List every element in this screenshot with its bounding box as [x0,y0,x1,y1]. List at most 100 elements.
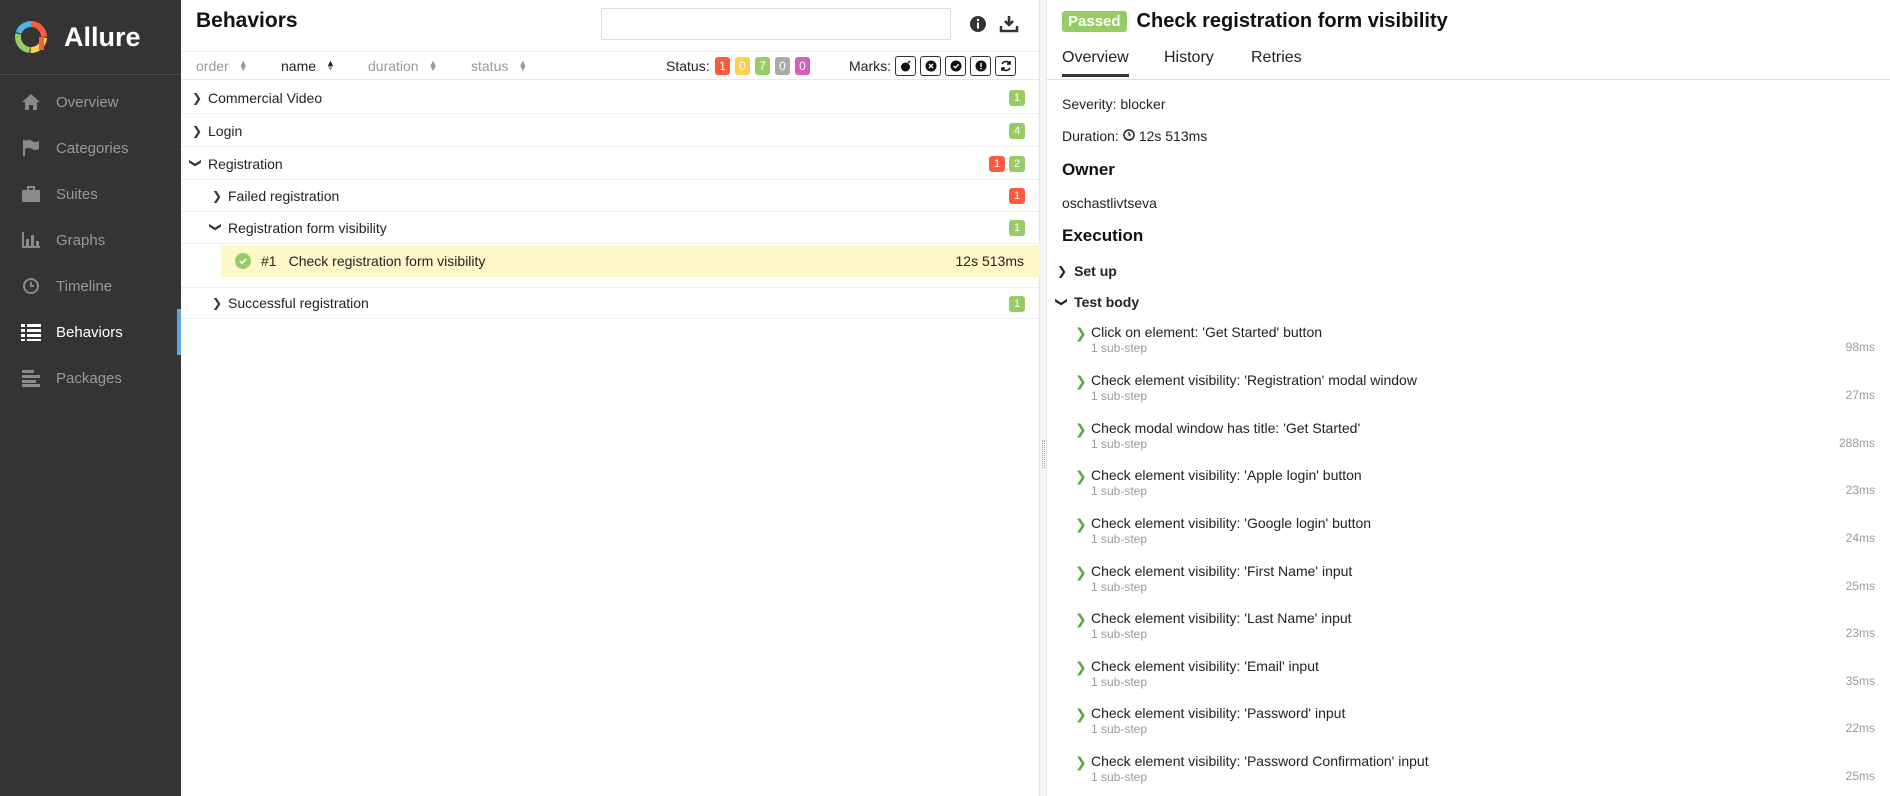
step-row[interactable]: ❯ Click on element: 'Get Started' button… [1075,324,1875,364]
check-circle-icon[interactable] [945,56,966,76]
chevron-down-icon: ❯ [189,157,203,168]
home-icon [19,90,43,114]
test-detail-panel: Passed Check registration form visibilit… [1047,0,1890,796]
step-duration: 25ms [1845,769,1875,783]
brand[interactable]: Allure [0,0,181,74]
sort-status-label: status [471,58,509,74]
step-row[interactable]: ❯ Check element visibility: 'Last Name' … [1075,610,1875,650]
step-row[interactable]: ❯ Check element visibility: 'First Name'… [1075,563,1875,603]
step-row[interactable]: ❯ Check element visibility: 'Password Co… [1075,753,1875,793]
sidebar-item-behaviors[interactable]: Behaviors [0,309,181,355]
step-name: Check element visibility: 'Password Conf… [1091,753,1429,769]
failed-counter[interactable]: 1 [715,57,730,75]
chevron-right-icon: ❯ [1075,421,1087,437]
step-row[interactable]: ❯ Check element visibility: 'Password' i… [1075,705,1875,745]
passed-counter[interactable]: 7 [755,57,770,75]
tab-overview[interactable]: Overview [1062,49,1129,77]
chevron-right-icon: ❯ [1075,564,1087,580]
sidebar-item-categories[interactable]: Categories [0,125,181,171]
step-row[interactable]: ❯ Check element visibility: 'Apple login… [1075,467,1875,507]
chevron-right-icon: ❯ [212,296,223,310]
marks-filter-label: Marks: [849,58,891,74]
unknown-counter[interactable]: 0 [795,57,810,75]
setup-section[interactable]: ❯ Set up [1057,263,1117,279]
step-name: Check element visibility: 'Registration'… [1091,372,1417,388]
tree-group-label: Registration [208,155,283,172]
step-substeps: 1 sub-step [1091,770,1148,784]
detail-tabs: Overview History Retries [1047,40,1890,80]
chevron-down-icon: ❯ [1055,296,1070,308]
tab-history[interactable]: History [1164,49,1214,67]
behaviors-header: Behaviors [181,0,1039,52]
splitter-grip-icon[interactable] [1042,440,1045,468]
sort-status[interactable]: status ▲ ▼ [471,58,527,74]
failed-count-badge: 1 [989,156,1005,172]
sort-name[interactable]: name ▲ ▼ [281,58,335,74]
duration-value: 12s 513ms [1138,128,1208,144]
step-row[interactable]: ❯ Check modal window has title: 'Get Sta… [1075,420,1875,460]
sidebar-item-graphs[interactable]: Graphs [0,217,181,263]
sidebar-item-suites[interactable]: Suites [0,171,181,217]
sort-arrows-icon: ▲ ▼ [238,58,248,73]
sort-arrows-icon: ▲ ▼ [428,58,438,73]
step-duration: 22ms [1845,721,1875,735]
test-case-row[interactable]: #1 Check registration form visibility 12… [221,245,1040,277]
status-counters: 1 0 7 0 0 [715,57,810,75]
chevron-down-icon: ❯ [209,221,223,232]
exclamation-circle-icon[interactable] [970,56,991,76]
step-name: Check element visibility: 'Email' input [1091,658,1319,674]
chevron-right-icon: ❯ [1075,468,1087,484]
tree-group-registration-form-visibility[interactable]: ❯ Registration form visibility 1 [181,212,1040,244]
tree-group-successful-registration[interactable]: ❯ Successful registration 1 [181,287,1040,319]
test-case-number: #1 [261,253,277,269]
skipped-counter[interactable]: 0 [775,57,790,75]
tab-retries[interactable]: Retries [1251,49,1302,67]
step-name: Click on element: 'Get Started' button [1091,324,1323,340]
bomb-icon[interactable] [895,56,916,76]
step-substeps: 1 sub-step [1091,580,1148,594]
search-input[interactable] [601,8,951,40]
step-duration: 27ms [1845,388,1875,402]
close-circle-icon[interactable] [920,56,941,76]
passed-count-badge: 1 [1009,220,1025,236]
download-icon[interactable] [997,12,1021,36]
passed-count-badge: 1 [1009,296,1025,312]
chevron-right-icon: ❯ [1075,611,1087,627]
step-name: Check element visibility: 'Last Name' in… [1091,610,1352,626]
sidebar-item-label: Behaviors [56,323,123,341]
sidebar-item-packages[interactable]: Packages [0,355,181,401]
sidebar-item-overview[interactable]: Overview [0,79,181,125]
test-case-name: Check registration form visibility [288,253,486,269]
tree-group-registration[interactable]: ❯ Registration 12 [181,148,1040,180]
list-icon [19,320,43,344]
tree-group-failed-registration[interactable]: ❯ Failed registration 1 [181,180,1040,212]
sidebar-item-label: Graphs [56,231,106,249]
step-name: Check element visibility: 'First Name' i… [1091,563,1353,579]
info-icon[interactable] [966,12,990,36]
retry-icon[interactable] [995,56,1016,76]
step-substeps: 1 sub-step [1091,722,1148,736]
step-duration: 23ms [1845,483,1875,497]
test-body-section[interactable]: ❯ Test body [1055,294,1139,310]
tree-group-commercial-video[interactable]: ❯ Commercial Video 1 [181,82,1040,114]
step-duration: 35ms [1845,674,1875,688]
step-duration: 98ms [1845,340,1875,354]
sort-duration[interactable]: duration ▲ ▼ [368,58,438,74]
status-filter-label: Status: [666,58,710,74]
sidebar-item-timeline[interactable]: Timeline [0,263,181,309]
execution-heading: Execution [1062,226,1144,245]
step-row[interactable]: ❯ Check element visibility: 'Registratio… [1075,372,1875,412]
tree-group-label: Commercial Video [208,89,323,106]
sidebar: Allure Overview Categories Suites Graphs… [0,0,181,796]
duration-row: Duration: 12s 513ms [1062,128,1207,144]
step-row[interactable]: ❯ Check element visibility: 'Google logi… [1075,515,1875,555]
sort-order[interactable]: order ▲ ▼ [196,58,248,74]
tree-group-login[interactable]: ❯ Login 4 [181,115,1040,147]
chevron-right-icon: ❯ [192,90,203,105]
duration-label: Duration: [1062,128,1119,144]
pane-splitter[interactable] [1040,0,1047,796]
sort-order-label: order [196,58,229,74]
step-duration: 23ms [1845,626,1875,640]
broken-counter[interactable]: 0 [735,57,750,75]
step-row[interactable]: ❯ Check element visibility: 'Email' inpu… [1075,658,1875,698]
